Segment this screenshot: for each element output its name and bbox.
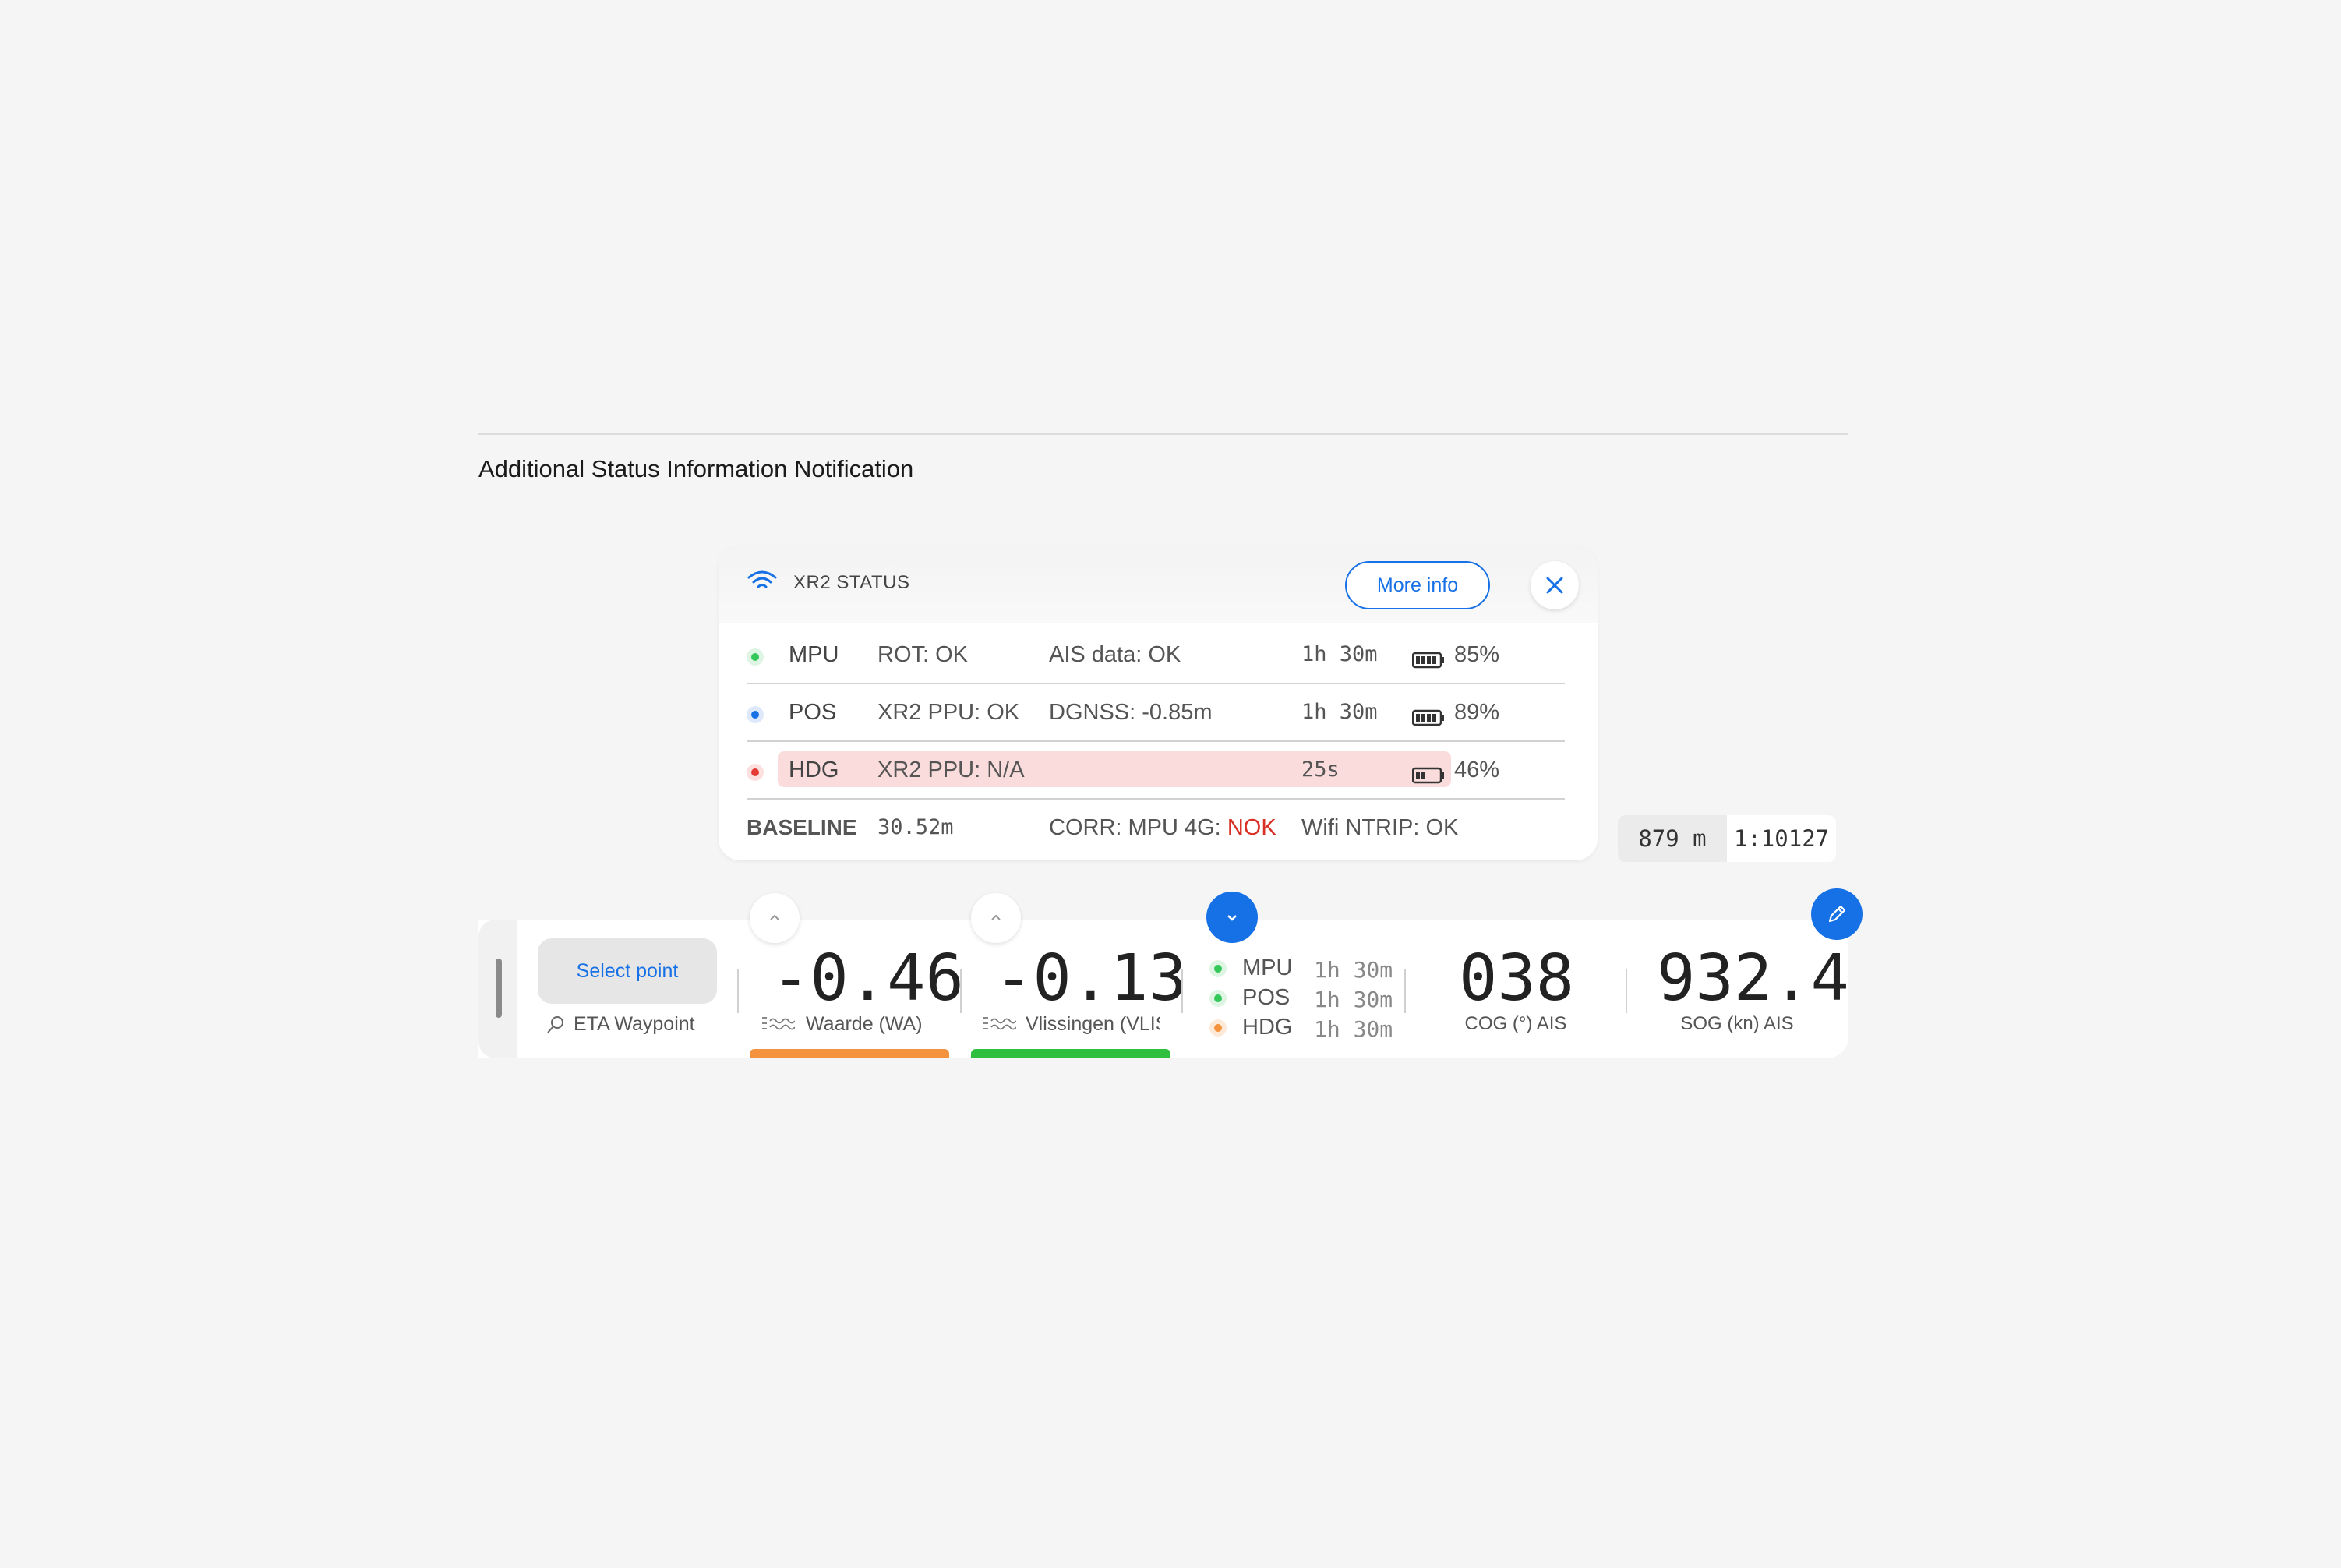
pencil-icon <box>1828 905 1846 923</box>
status-row-time: 1h 30m <box>1301 700 1378 724</box>
more-info-button[interactable]: More info <box>1345 561 1490 609</box>
status-row-detail: XR2 PPU: OK <box>877 700 1020 725</box>
correction-label: CORR: MPU 4G: <box>1049 815 1221 840</box>
status-row-baseline: BASELINE 30.52m CORR: MPU 4G: NOK Wifi N… <box>747 804 1565 860</box>
status-row-time: 1h 30m <box>1301 642 1378 666</box>
wifi-ntrip-status: Wifi NTRIP: OK <box>1301 815 1459 840</box>
close-button[interactable] <box>1531 561 1579 609</box>
chevron-down-icon <box>1227 915 1237 921</box>
battery-icon <box>1412 767 1444 784</box>
section-title: Additional Status Information Notificati… <box>478 455 914 482</box>
mini-status-name: POS <box>1242 985 1291 1010</box>
correction-status: CORR: MPU 4G: NOK <box>1049 815 1276 841</box>
close-icon <box>1546 577 1563 594</box>
battery-percent: 89% <box>1454 700 1500 725</box>
section-divider <box>478 433 1848 435</box>
status-dot <box>747 764 764 781</box>
scale-distance: 879 m <box>1618 815 1727 862</box>
tide-icon <box>762 1017 795 1030</box>
row-divider <box>747 740 1565 742</box>
status-row-time: 25s <box>1301 758 1340 782</box>
status-dot <box>1209 1019 1227 1037</box>
baseline-label: BASELINE <box>747 815 857 839</box>
chevron-up-icon <box>770 914 779 920</box>
tide-station-label: Waarde (WA) <box>806 1013 923 1035</box>
status-dot <box>747 648 764 666</box>
correction-nok: NOK <box>1227 815 1276 840</box>
status-dot <box>747 706 764 723</box>
expand-up-button[interactable] <box>750 893 800 943</box>
baseline-value: 30.52m <box>877 815 954 839</box>
waypoint-icon <box>547 1016 563 1033</box>
mini-status-name: MPU <box>1242 955 1293 980</box>
edit-button[interactable] <box>1811 888 1863 940</box>
separator <box>1404 969 1406 1013</box>
mini-status-time: 1h 30m <box>1314 1016 1393 1042</box>
scale-ratio: 1:10127 <box>1727 815 1836 862</box>
tide-status-bar <box>750 1049 949 1058</box>
status-row-mpu: MPU ROT: OK AIS data: OK 1h 30m 85% <box>747 631 1565 689</box>
mini-status-hdg: HDG 1h 30m <box>1209 1013 1412 1043</box>
xr2-status-card: XR2 STATUS More info MPU ROT: OK AIS dat… <box>719 546 1598 860</box>
drag-handle[interactable] <box>496 959 502 1018</box>
separator <box>1181 969 1183 1013</box>
mini-status-time: 1h 30m <box>1314 987 1393 1012</box>
select-point-button[interactable]: Select point <box>538 938 717 1004</box>
sog-label: SOG (kn) AIS <box>1680 1013 1794 1034</box>
separator <box>737 969 739 1013</box>
mini-status-time: 1h 30m <box>1314 957 1393 983</box>
cog-value: 038 <box>1459 941 1575 1015</box>
status-dot <box>1209 960 1227 977</box>
status-card-header: XR2 STATUS More info <box>719 546 1598 623</box>
battery-icon <box>1412 709 1444 726</box>
battery-percent: 46% <box>1454 758 1500 782</box>
sog-value: 932.4 <box>1657 941 1849 1015</box>
status-row-hdg: HDG XR2 PPU: N/A 25s 46% <box>747 747 1565 804</box>
row-divider <box>747 798 1565 800</box>
chevron-up-icon <box>991 914 1001 920</box>
wifi-icon <box>747 570 777 588</box>
status-row-name: POS <box>789 700 837 725</box>
tide-icon <box>983 1017 1016 1030</box>
status-row-name: HDG <box>789 758 839 782</box>
tide-value: -0.13 <box>994 941 1187 1015</box>
mini-status-pos: POS 1h 30m <box>1209 984 1412 1013</box>
status-row-detail-2: AIS data: OK <box>1049 642 1181 667</box>
status-row-detail: XR2 PPU: N/A <box>877 758 1025 782</box>
eta-waypoint-label: ETA Waypoint <box>574 1013 695 1035</box>
tide-status-bar <box>971 1049 1170 1058</box>
tide-station-label: Vlissingen (VLIS) <box>1026 1013 1160 1035</box>
status-row-detail: ROT: OK <box>877 642 969 667</box>
collapse-status-button[interactable] <box>1206 892 1258 943</box>
status-dot <box>1209 990 1227 1007</box>
mini-status-mpu: MPU 1h 30m <box>1209 954 1412 984</box>
battery-percent: 85% <box>1454 642 1500 667</box>
separator <box>960 969 962 1013</box>
status-card-title: XR2 STATUS <box>793 572 910 593</box>
mini-status-name: HDG <box>1242 1015 1293 1040</box>
battery-icon <box>1412 652 1444 669</box>
cog-label: COG (°) AIS <box>1464 1013 1567 1034</box>
row-divider <box>747 683 1565 684</box>
status-row-name: MPU <box>789 642 839 667</box>
status-row-pos: POS XR2 PPU: OK DGNSS: -0.85m 1h 30m 89% <box>747 689 1565 747</box>
expand-up-button[interactable] <box>971 893 1021 943</box>
status-row-detail-2: DGNSS: -0.85m <box>1049 700 1213 725</box>
tide-value: -0.46 <box>772 941 964 1015</box>
separator <box>1626 969 1627 1013</box>
